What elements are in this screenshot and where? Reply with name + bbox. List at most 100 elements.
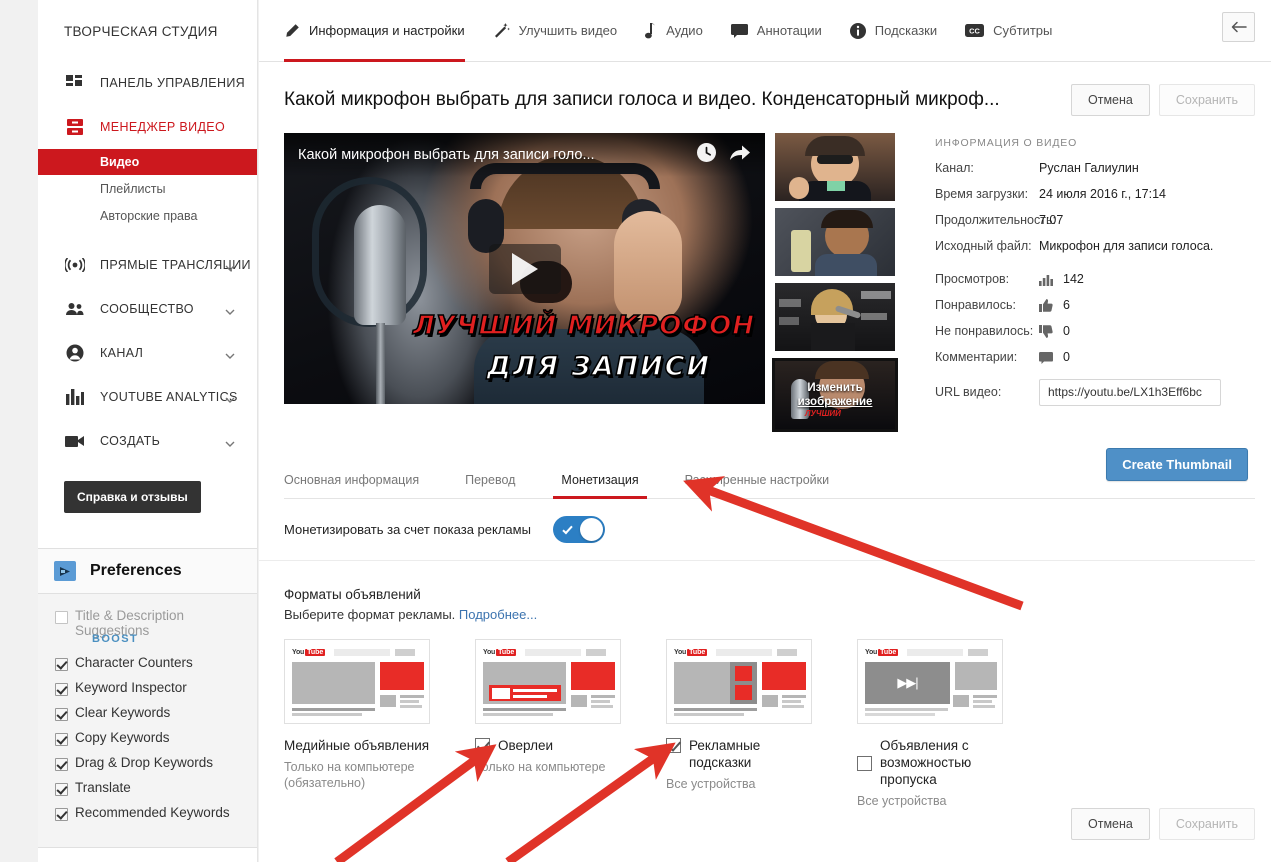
info-row-likes: Понравилось: 6 xyxy=(935,298,1255,313)
pref-item-keyword-inspector[interactable]: Keyword Inspector xyxy=(38,680,257,705)
tab-subtitles[interactable]: CC Субтитры xyxy=(965,0,1052,62)
play-icon[interactable] xyxy=(511,252,538,285)
tab-advanced-settings[interactable]: Расширенные настройки xyxy=(685,463,829,498)
info-key: Исходный файл: xyxy=(935,239,1032,253)
ad-format-card-overlay-ads[interactable]: You Tube Оверлеи Только на компьютере xyxy=(475,639,621,809)
speech-bubble-icon xyxy=(730,23,748,38)
skippable-ads-label-row[interactable]: Объявления с возможностью пропуска xyxy=(857,737,1003,788)
info-circle-icon xyxy=(849,22,866,39)
monetization-toggle[interactable] xyxy=(552,516,605,543)
sidebar-item-label: МЕНЕДЖЕР ВИДЕО xyxy=(100,120,226,134)
thumbs-down-icon xyxy=(1039,325,1053,338)
ad-format-label: Объявления с возможностью пропуска xyxy=(880,738,972,787)
checkbox[interactable] xyxy=(55,783,68,796)
overlay-ads-checkbox[interactable] xyxy=(475,738,490,753)
checkbox[interactable] xyxy=(55,708,68,721)
tab-audio[interactable]: Аудио xyxy=(645,0,703,62)
chevron-down-icon[interactable] xyxy=(225,348,235,359)
tab-cards[interactable]: Подсказки xyxy=(849,0,937,62)
chevron-down-icon[interactable] xyxy=(225,260,235,271)
ad-format-sublabel: Только на компьютере (обязательно) xyxy=(284,760,415,790)
sidebar-subitem-videos[interactable]: Видео xyxy=(38,149,257,175)
thumbnail-option-1[interactable] xyxy=(775,133,895,201)
pref-item-recommended-keywords[interactable]: Recommended Keywords xyxy=(38,805,257,830)
info-row-source-file: Исходный файл: Микрофон для записи голос… xyxy=(935,239,1255,254)
checkbox[interactable] xyxy=(55,658,68,671)
skip-forward-icon: ▶▶| xyxy=(865,662,950,704)
clock-icon[interactable] xyxy=(697,143,716,167)
sidebar-subitem-copyright[interactable]: Авторские права xyxy=(38,202,257,229)
cancel-button-bottom[interactable]: Отмена xyxy=(1071,808,1150,840)
chevron-down-icon[interactable] xyxy=(225,392,235,403)
ad-formats-heading: Форматы объявлений xyxy=(284,587,421,602)
cc-icon: CC xyxy=(965,24,985,37)
pref-item-character-counters[interactable]: Character Counters xyxy=(38,655,257,680)
main-panel: Информация и настройки Улучшить видео Ау… xyxy=(259,0,1271,862)
ad-format-card-skippable-ads[interactable]: You Tube ▶▶| Объявления с возможностью пр… xyxy=(857,639,1003,809)
sponsored-cards-checkbox[interactable] xyxy=(666,738,681,753)
custom-thumbnail-label-line2: изображение xyxy=(797,396,873,408)
checkbox[interactable] xyxy=(55,758,68,771)
video-url-field[interactable]: https://youtu.be/LX1h3Eff6bc xyxy=(1039,379,1221,406)
video-info-title: ИНФОРМАЦИЯ О ВИДЕО xyxy=(935,137,1078,149)
sidebar-item-analytics[interactable]: YOUTUBE ANALYTICS xyxy=(38,375,257,419)
sidebar-subitem-playlists[interactable]: Плейлисты xyxy=(38,175,257,202)
video-player[interactable]: ЛУЧШИЙ МИКРОФОН ДЛЯ ЗАПИСИ Какой микрофо… xyxy=(284,133,765,404)
youtube-logo-icon: You Tube xyxy=(674,647,712,658)
sidebar-item-video-manager[interactable]: МЕНЕДЖЕР ВИДЕО xyxy=(38,105,257,149)
pref-item-translate[interactable]: Translate xyxy=(38,780,257,805)
share-icon[interactable] xyxy=(729,144,751,167)
sidebar-item-community[interactable]: СООБЩЕСТВО xyxy=(38,287,257,331)
thumbnail-option-2[interactable] xyxy=(775,208,895,276)
tab-info-and-settings[interactable]: Информация и настройки xyxy=(284,0,465,62)
pref-item-copy-keywords[interactable]: Copy Keywords xyxy=(38,730,257,755)
tab-basic-info[interactable]: Основная информация xyxy=(284,463,419,498)
footer-buttons: Отмена Сохранить xyxy=(1062,808,1255,840)
sidebar-item-create[interactable]: СОЗДАТЬ xyxy=(38,419,257,463)
info-key: Канал: xyxy=(935,161,974,175)
video-detail-tabs: Основная информация Перевод Монетизация … xyxy=(284,463,1255,499)
sidebar-item-live-broadcast[interactable]: ПРЯМЫЕ ТРАНСЛЯЦИИ xyxy=(38,243,257,287)
tab-label: Аннотации xyxy=(756,23,822,38)
tab-enhance-video[interactable]: Улучшить видео xyxy=(493,0,617,62)
sidebar: ТВОРЧЕСКАЯ СТУДИЯ ПАНЕЛЬ УПРАВЛЕНИЯ МЕНЕ… xyxy=(38,0,258,862)
checkbox[interactable] xyxy=(55,733,68,746)
display-ads-label-row: Медийные объявления xyxy=(284,737,430,754)
sidebar-item-label: КАНАЛ xyxy=(100,346,144,360)
save-button-bottom[interactable]: Сохранить xyxy=(1158,808,1255,840)
help-and-feedback-button[interactable]: Справка и отзывы xyxy=(64,481,201,513)
tab-monetization[interactable]: Монетизация xyxy=(553,463,647,499)
custom-thumbnail[interactable]: ЛУЧШИЙ Изменить изображение xyxy=(772,358,898,432)
sidebar-item-dashboard[interactable]: ПАНЕЛЬ УПРАВЛЕНИЯ xyxy=(38,61,257,105)
skippable-ads-checkbox[interactable] xyxy=(857,755,872,771)
ad-format-card-display-ads[interactable]: You Tube Медийные объявления Только на ко… xyxy=(284,639,430,809)
sidebar-item-channel[interactable]: КАНАЛ xyxy=(38,331,257,375)
tab-label: Аудио xyxy=(666,23,703,38)
pref-item-title-suggestions[interactable]: Title & Description Suggestions xyxy=(38,608,257,638)
pref-item-drag-drop-keywords[interactable]: Drag & Drop Keywords xyxy=(38,755,257,780)
learn-more-link[interactable]: Подробнее... xyxy=(459,607,537,622)
chevron-down-icon[interactable] xyxy=(225,304,235,315)
pref-item-clear-keywords[interactable]: Clear Keywords xyxy=(38,705,257,730)
cancel-button-top[interactable]: Отмена xyxy=(1071,84,1150,116)
thumbs-up-icon xyxy=(1039,299,1053,312)
overlay-ads-mockup: You Tube xyxy=(475,639,621,724)
live-broadcast-icon xyxy=(64,255,86,275)
checkbox[interactable] xyxy=(55,683,68,696)
dashboard-icon xyxy=(64,73,86,93)
back-arrow-icon[interactable] xyxy=(1222,12,1255,42)
info-row-views: Просмотров: 142 xyxy=(935,272,1255,287)
checkbox[interactable] xyxy=(55,611,68,624)
overlay-ads-label-row[interactable]: Оверлеи xyxy=(475,737,621,754)
checkbox[interactable] xyxy=(55,808,68,821)
ad-format-label: Медийные объявления xyxy=(284,738,430,753)
chevron-down-icon[interactable] xyxy=(225,436,235,447)
thumbnail-option-3[interactable] xyxy=(775,283,895,351)
save-button-top[interactable]: Сохранить xyxy=(1158,84,1255,116)
info-value: 0 xyxy=(1063,324,1070,338)
sponsored-cards-label-row[interactable]: Рекламные подсказки xyxy=(666,737,812,771)
tab-annotations[interactable]: Аннотации xyxy=(730,0,822,62)
info-value: 6 xyxy=(1063,298,1070,312)
tab-translations[interactable]: Перевод xyxy=(465,463,515,498)
ad-format-card-sponsored-cards[interactable]: You Tube Рекламные подсказки Все устройст… xyxy=(666,639,812,809)
